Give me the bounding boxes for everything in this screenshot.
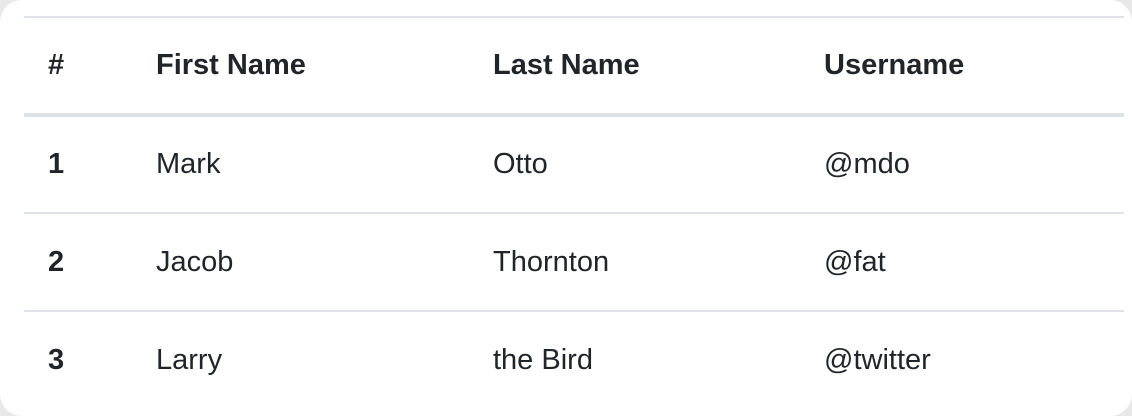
table-header: # First Name Last Name Username <box>24 17 1124 115</box>
table-row: 1 Mark Otto @mdo <box>24 115 1124 213</box>
table-body: 1 Mark Otto @mdo 2 Jacob Thornton @fat 3… <box>24 115 1124 409</box>
username-cell: @mdo <box>824 148 910 180</box>
last-name-cell: Otto <box>493 148 548 180</box>
last-name-cell: Thornton <box>493 245 610 278</box>
first-name-cell: Larry <box>156 344 223 376</box>
last-name-cell: the Bird <box>493 344 593 376</box>
table-row: 3 Larry the Bird @twitter <box>24 311 1124 409</box>
first-name-cell: Mark <box>156 148 221 180</box>
users-table: # First Name Last Name Username 1 Mark O… <box>24 16 1124 409</box>
first-name-cell: Jacob <box>156 245 234 278</box>
row-index: 1 <box>48 148 65 180</box>
column-header-index: # <box>48 49 65 81</box>
table-card: # First Name Last Name Username 1 Mark O… <box>0 0 1132 416</box>
table-row: 2 Jacob Thornton @fat <box>24 213 1124 311</box>
column-header-last-name: Last Name <box>493 49 640 81</box>
username-cell: @fat <box>824 245 886 278</box>
header-row: # First Name Last Name Username <box>24 17 1124 115</box>
username-cell: @twitter <box>824 344 931 376</box>
column-header-username: Username <box>824 49 965 81</box>
column-header-first-name: First Name <box>156 49 306 81</box>
row-index: 3 <box>48 344 65 376</box>
row-index: 2 <box>48 245 65 278</box>
